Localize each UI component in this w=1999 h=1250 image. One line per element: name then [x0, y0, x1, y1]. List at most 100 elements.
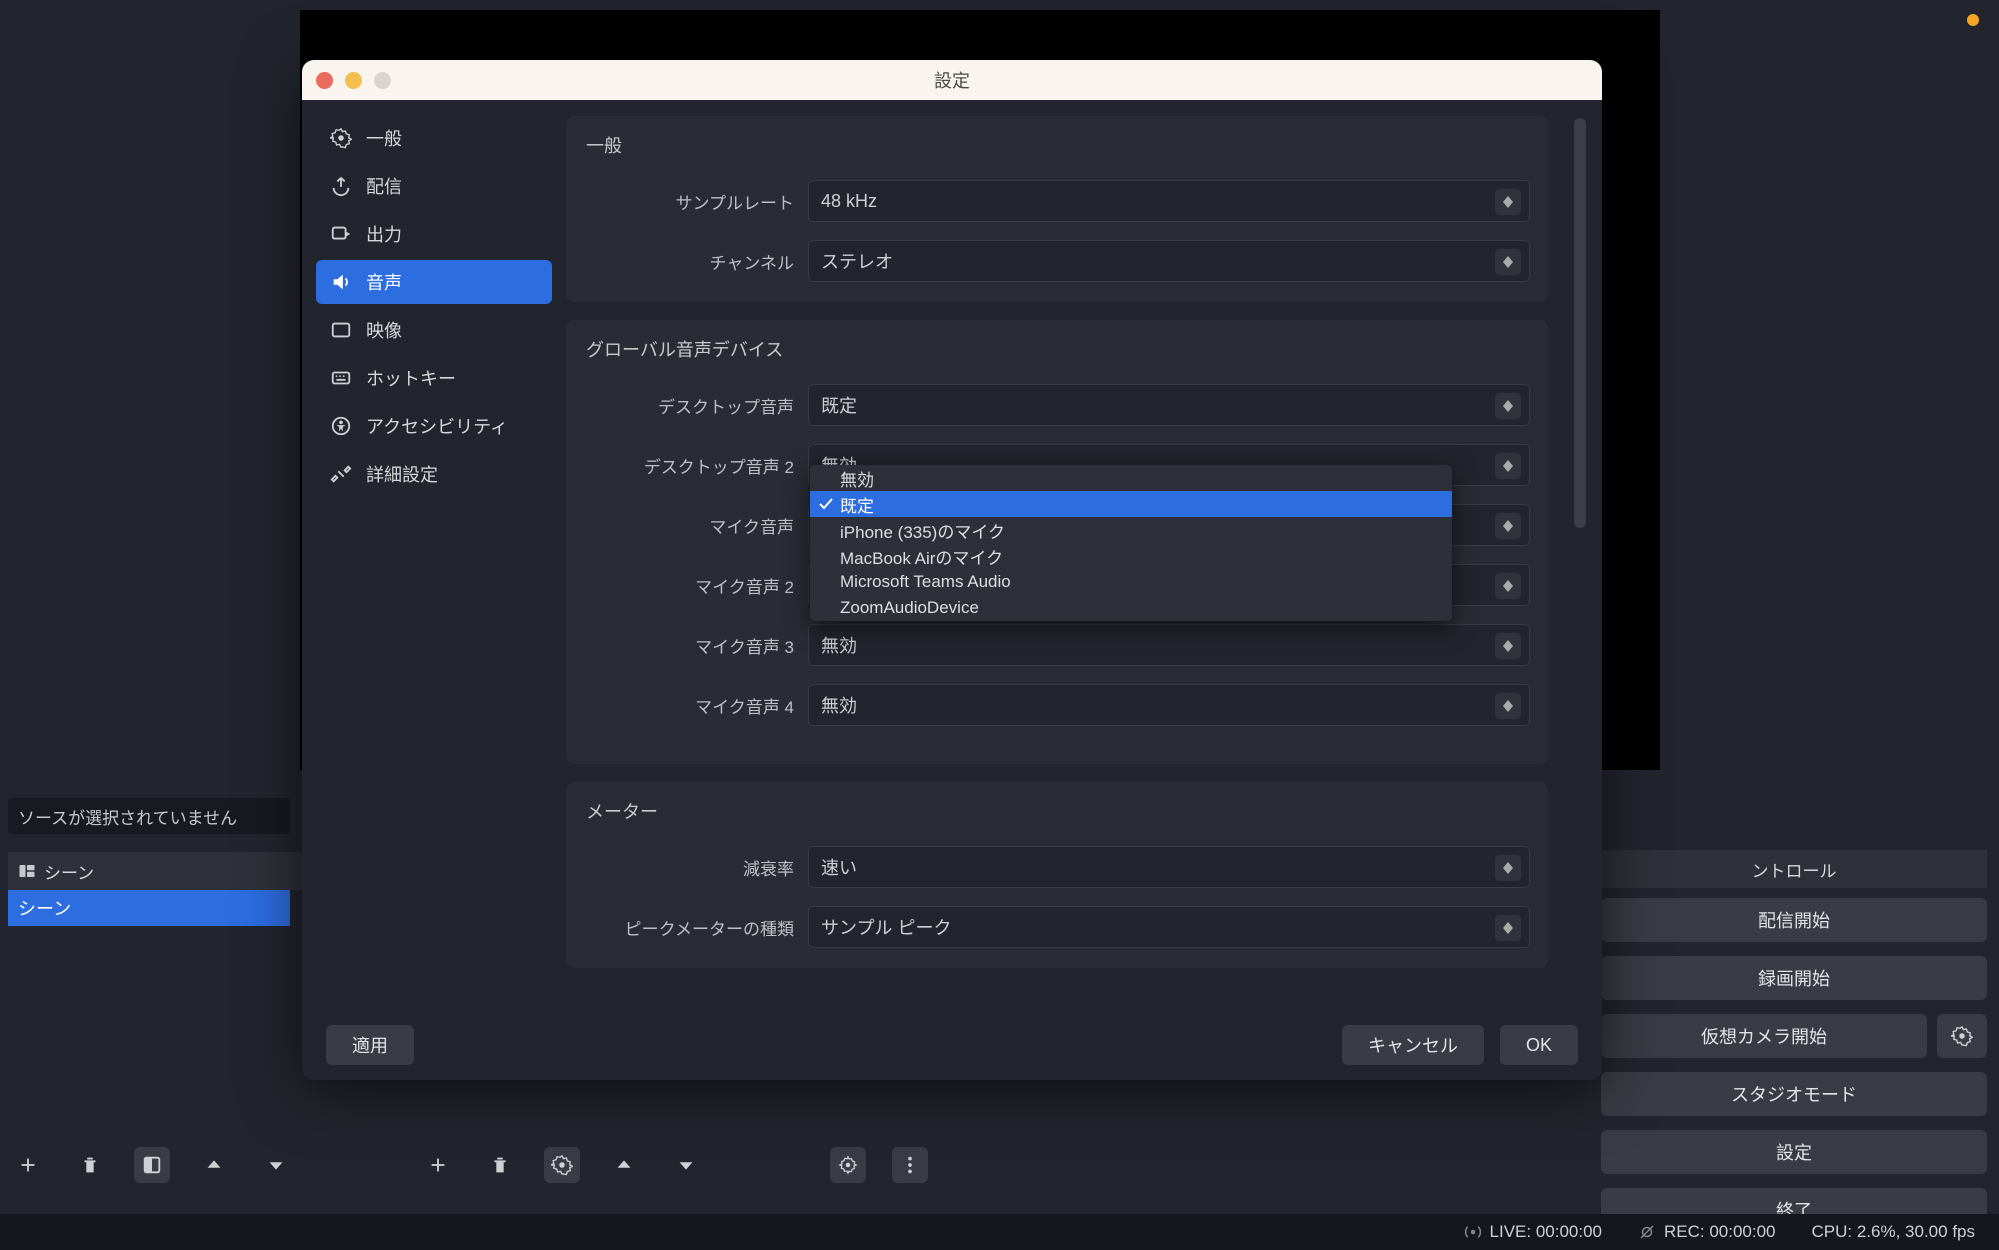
source-settings-button[interactable] — [544, 1147, 580, 1183]
scene-move-up-button[interactable] — [196, 1147, 232, 1183]
desktop-audio-label: デスクトップ音声 — [584, 393, 794, 418]
dropdown-option[interactable]: Microsoft Teams Audio — [810, 569, 1452, 595]
sidebar-item-label: アクセシビリティ — [366, 413, 508, 439]
no-source-banner: ソースが選択されていません — [8, 798, 290, 834]
ok-button[interactable]: OK — [1500, 1025, 1578, 1065]
mixer-toolbar — [830, 1140, 928, 1190]
sidebar-item-advanced[interactable]: 詳細設定 — [316, 452, 552, 496]
add-scene-button[interactable] — [10, 1147, 46, 1183]
sidebar-item-accessibility[interactable]: アクセシビリティ — [316, 404, 552, 448]
peak-meter-type-select[interactable]: サンプル ピーク — [808, 906, 1530, 948]
status-rec-text: REC: 00:00:00 — [1664, 1222, 1776, 1242]
remove-source-button[interactable] — [482, 1147, 518, 1183]
group-title: 一般 — [584, 132, 1530, 158]
dropdown-option[interactable]: 既定 — [810, 491, 1452, 517]
sidebar-item-hotkeys[interactable]: ホットキー — [316, 356, 552, 400]
desktop-audio-2-label: デスクトップ音声 2 — [584, 453, 794, 478]
group-global-audio: グローバル音声デバイス デスクトップ音声 既定 デスクトップ音声 2 無効 — [566, 320, 1548, 764]
source-move-down-button[interactable] — [668, 1147, 704, 1183]
status-cpu: CPU: 2.6%, 30.00 fps — [1812, 1222, 1975, 1242]
window-maximize-button[interactable] — [374, 72, 391, 89]
scene-move-down-button[interactable] — [258, 1147, 294, 1183]
select-value: ステレオ — [821, 248, 893, 274]
updown-icon — [1495, 633, 1521, 659]
remove-scene-button[interactable] — [72, 1147, 108, 1183]
sample-rate-label: サンプルレート — [584, 189, 794, 214]
mic-audio-2-label: マイク音声 2 — [584, 573, 794, 598]
sidebar-item-audio[interactable]: 音声 — [316, 260, 552, 304]
select-value: 既定 — [821, 392, 857, 418]
settings-button[interactable]: 設定 — [1601, 1130, 1987, 1174]
group-title: グローバル音声デバイス — [584, 336, 1530, 362]
scenes-toolbar — [10, 1140, 294, 1190]
sidebar-item-label: 一般 — [366, 125, 402, 151]
cancel-button[interactable]: キャンセル — [1342, 1025, 1484, 1065]
check-icon — [818, 496, 834, 512]
decay-rate-select[interactable]: 速い — [808, 846, 1530, 888]
mixer-more-button[interactable] — [892, 1147, 928, 1183]
updown-icon — [1495, 855, 1521, 881]
group-general: 一般 サンプルレート 48 kHz チャンネル ステレオ — [566, 116, 1548, 302]
sources-toolbar — [420, 1140, 704, 1190]
updown-icon — [1495, 189, 1521, 215]
notification-dot-icon — [1967, 14, 1979, 26]
mixer-settings-button[interactable] — [830, 1147, 866, 1183]
dropdown-option[interactable]: ZoomAudioDevice — [810, 595, 1452, 621]
add-source-button[interactable] — [420, 1147, 456, 1183]
status-cpu-text: CPU: 2.6%, 30.00 fps — [1812, 1222, 1975, 1242]
source-move-up-button[interactable] — [606, 1147, 642, 1183]
sidebar-item-label: 出力 — [366, 221, 402, 247]
group-meters: メーター 減衰率 速い ピークメーターの種類 サンプル ピーク — [566, 782, 1548, 968]
sidebar-item-label: ホットキー — [366, 365, 456, 391]
status-live: LIVE: 00:00:00 — [1464, 1222, 1602, 1242]
virtual-camera-button[interactable]: 仮想カメラ開始 — [1601, 1014, 1927, 1058]
updown-icon — [1495, 393, 1521, 419]
mic-audio-4-label: マイク音声 4 — [584, 693, 794, 718]
window-minimize-button[interactable] — [345, 72, 362, 89]
select-value: 無効 — [821, 692, 857, 718]
sidebar-item-stream[interactable]: 配信 — [316, 164, 552, 208]
apply-button[interactable]: 適用 — [326, 1025, 414, 1065]
scene-list-item[interactable]: シーン — [8, 890, 290, 926]
status-live-text: LIVE: 00:00:00 — [1490, 1222, 1602, 1242]
start-stream-button[interactable]: 配信開始 — [1601, 898, 1987, 942]
mic-audio-4-select[interactable]: 無効 — [808, 684, 1530, 726]
mic-audio-dropdown[interactable]: 無効 既定 iPhone (335)のマイク MacBook Airのマイク M… — [810, 465, 1452, 621]
dropdown-option[interactable]: 無効 — [810, 465, 1452, 491]
window-close-button[interactable] — [316, 72, 333, 89]
updown-icon — [1495, 915, 1521, 941]
controls-panel-header[interactable]: ントロール — [1601, 850, 1987, 888]
no-source-text: ソースが選択されていません — [18, 804, 237, 829]
dropdown-option[interactable]: MacBook Airのマイク — [810, 543, 1452, 569]
start-record-button[interactable]: 録画開始 — [1601, 956, 1987, 1000]
sidebar-item-label: 配信 — [366, 173, 402, 199]
select-value: 無効 — [821, 632, 857, 658]
mic-audio-label: マイク音声 — [584, 513, 794, 538]
panels-icon — [18, 862, 36, 880]
form-scrollbar[interactable] — [1574, 116, 1588, 1010]
sidebar-item-general[interactable]: 一般 — [316, 116, 552, 160]
updown-icon — [1495, 453, 1521, 479]
broadcast-icon — [1464, 1223, 1482, 1241]
record-off-icon — [1638, 1223, 1656, 1241]
sidebar-item-video[interactable]: 映像 — [316, 308, 552, 352]
scene-filter-button[interactable] — [134, 1147, 170, 1183]
select-value: 48 kHz — [821, 191, 877, 212]
virtual-camera-settings-button[interactable] — [1937, 1014, 1987, 1058]
mic-audio-3-label: マイク音声 3 — [584, 633, 794, 658]
select-value: 速い — [821, 854, 857, 880]
studio-mode-button[interactable]: スタジオモード — [1601, 1072, 1987, 1116]
sidebar-item-output[interactable]: 出力 — [316, 212, 552, 256]
channels-select[interactable]: ステレオ — [808, 240, 1530, 282]
updown-icon — [1495, 693, 1521, 719]
sidebar-item-label: 映像 — [366, 317, 402, 343]
sample-rate-select[interactable]: 48 kHz — [808, 180, 1530, 222]
channels-label: チャンネル — [584, 249, 794, 274]
desktop-audio-select[interactable]: 既定 — [808, 384, 1530, 426]
modal-titlebar[interactable]: 設定 — [302, 60, 1602, 100]
mic-audio-3-select[interactable]: 無効 — [808, 624, 1530, 666]
modal-title: 設定 — [934, 67, 970, 93]
scrollbar-thumb[interactable] — [1574, 118, 1586, 528]
settings-form: 一般 サンプルレート 48 kHz チャンネル ステレオ — [566, 116, 1556, 1010]
dropdown-option[interactable]: iPhone (335)のマイク — [810, 517, 1452, 543]
